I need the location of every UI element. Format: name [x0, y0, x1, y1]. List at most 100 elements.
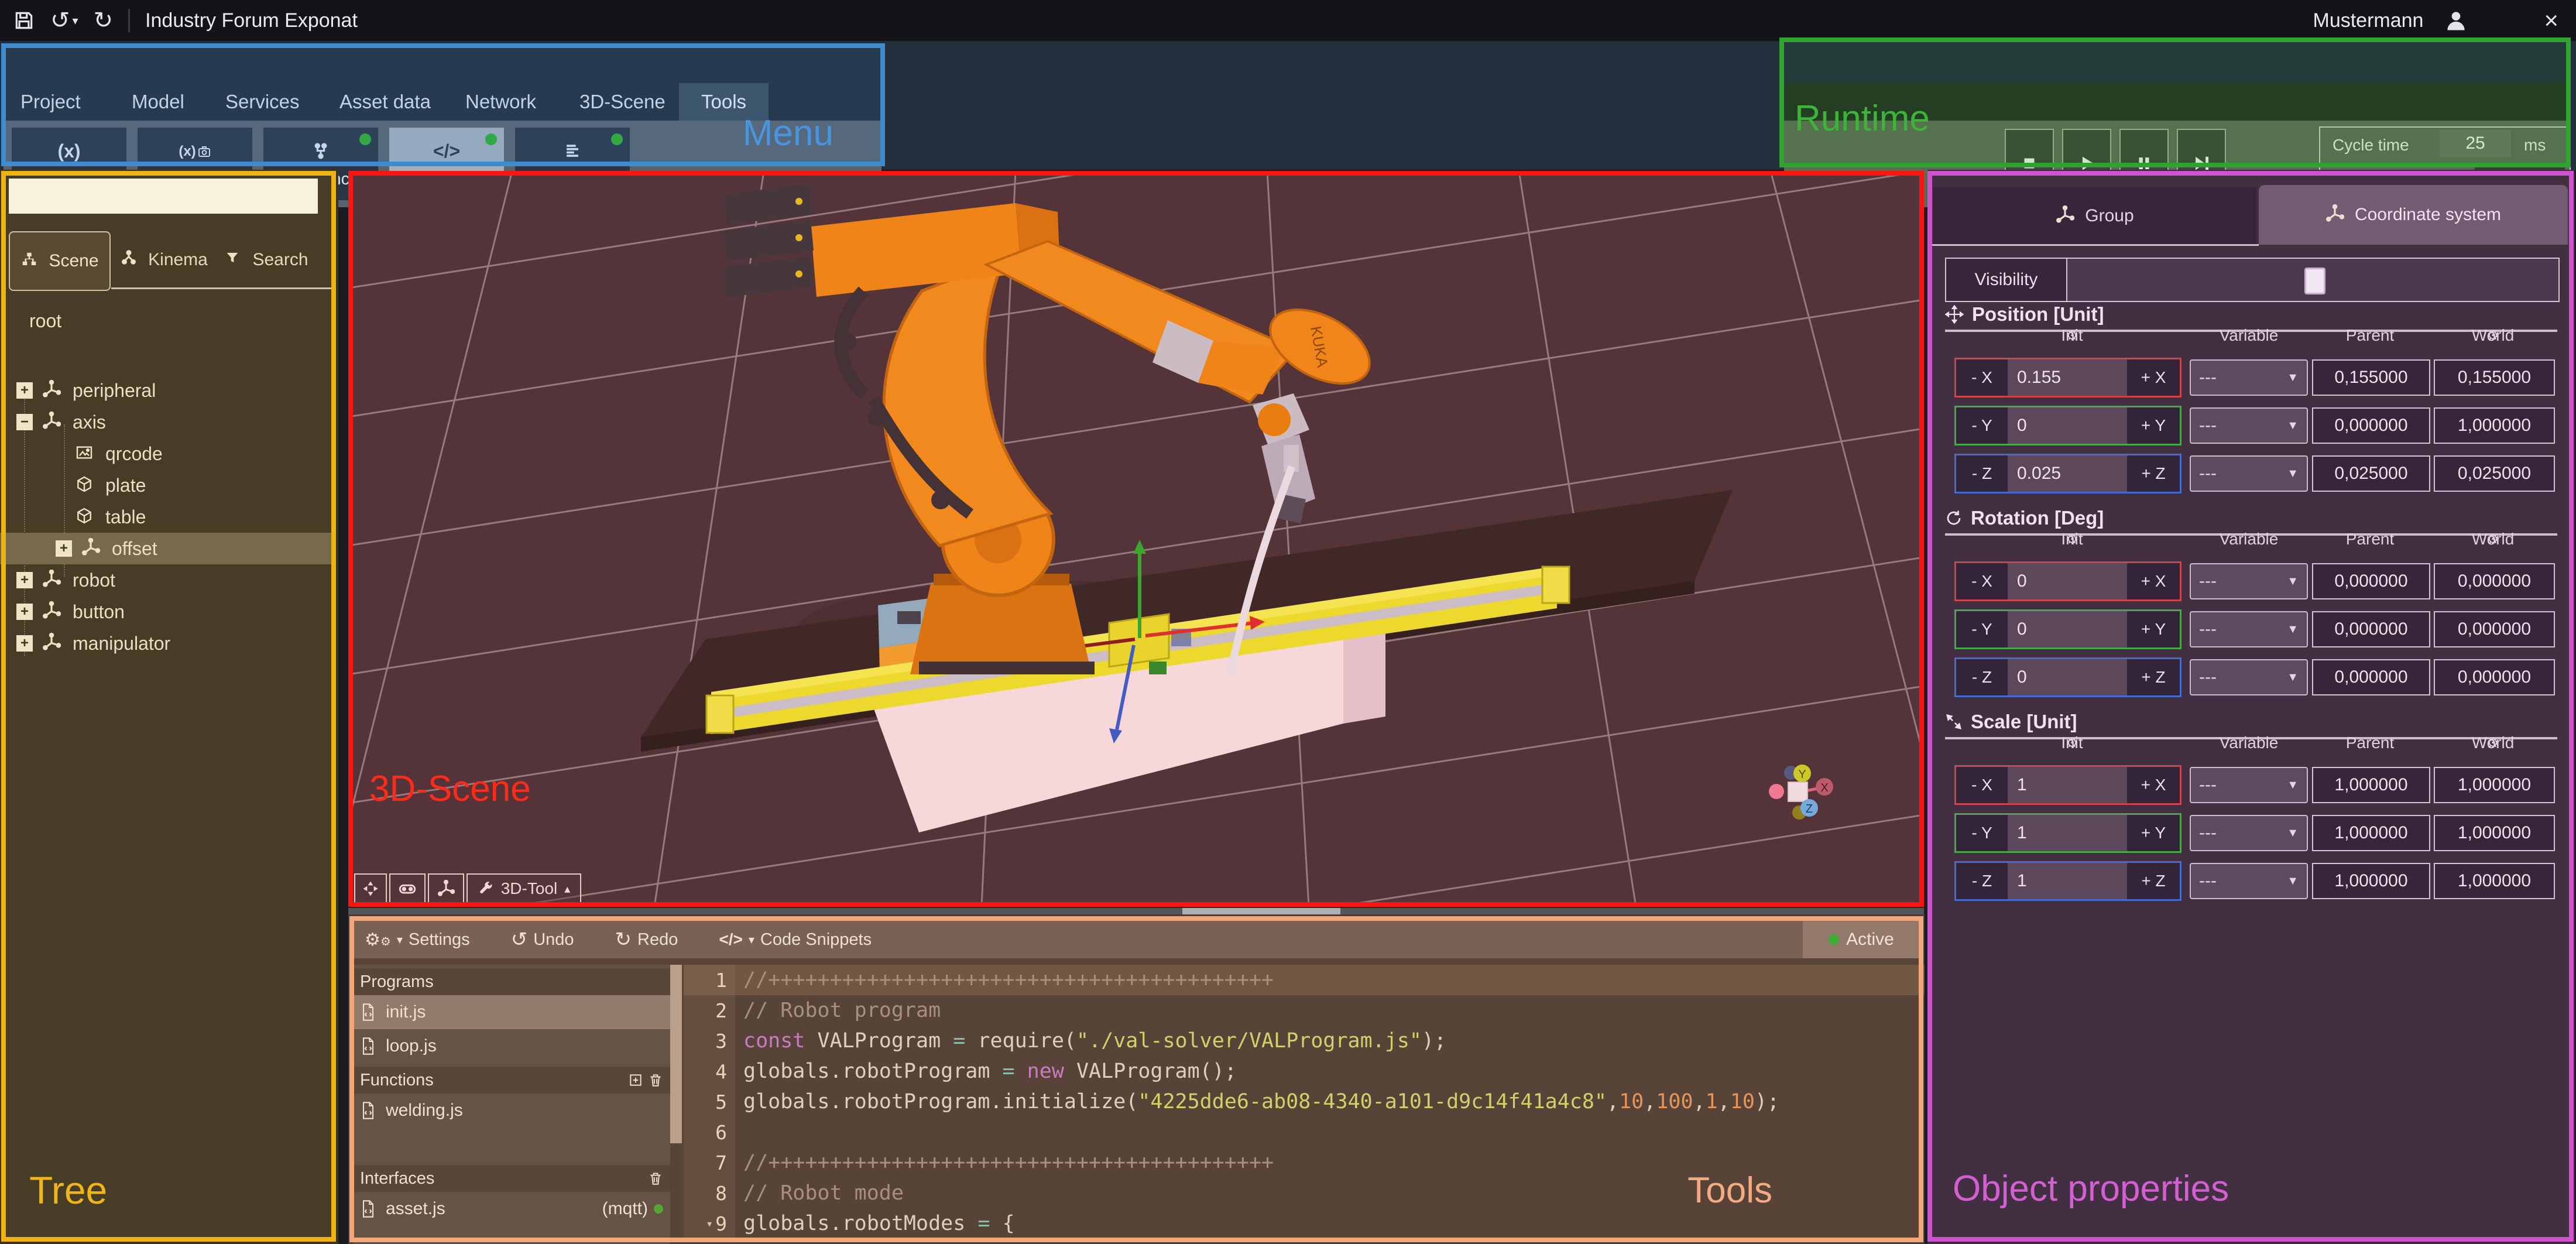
increment-x-button[interactable]: + X	[2127, 359, 2180, 396]
gear-icon[interactable]: ⚙	[2066, 531, 2078, 548]
tree-item-robot[interactable]: +robot	[0, 564, 335, 596]
gear-icon[interactable]: ⚙	[2486, 531, 2499, 548]
tree-item-qrcode[interactable]: qrcode	[0, 438, 335, 470]
gear-icon[interactable]: ⚙	[2486, 327, 2499, 344]
expander-plus-icon[interactable]: +	[16, 572, 33, 588]
tab-3d-scene[interactable]: 3D-Scene	[579, 83, 666, 121]
gamepad-button[interactable]	[389, 873, 426, 904]
tree-item-button[interactable]: +button	[0, 596, 335, 628]
tab-project[interactable]: Project	[20, 83, 81, 121]
code-line-8[interactable]: 8// Robot mode	[684, 1178, 1925, 1208]
init-y-input[interactable]: 1	[2008, 815, 2127, 851]
fold-icon[interactable]: ▾	[706, 1216, 713, 1231]
variable-select-z[interactable]: ---▼	[2190, 659, 2308, 695]
cycle-time-input[interactable]: 25	[2440, 130, 2511, 157]
code-line-3[interactable]: 3const VALProgram = require("./val-solve…	[684, 1026, 1925, 1056]
init-y-input[interactable]: 0	[2008, 407, 2127, 444]
init-x-input[interactable]: 0.155	[2008, 359, 2127, 396]
decrement-x-button[interactable]: - X	[1956, 767, 2008, 803]
tab-scene[interactable]: Scene	[9, 231, 111, 291]
expander-plus-icon[interactable]: +	[16, 604, 33, 620]
axes-button[interactable]	[428, 873, 464, 904]
init-z-input[interactable]: 1	[2008, 863, 2127, 899]
3d-viewport[interactable]: KUKA Y X Z	[348, 171, 1924, 907]
3d-tool-button[interactable]: 3D-Tool ▴	[467, 873, 581, 904]
tab-search[interactable]: Search	[217, 231, 316, 289]
close-icon[interactable]: ×	[2544, 6, 2558, 35]
init-z-input[interactable]: 0	[2008, 659, 2127, 695]
code-snippets-menu[interactable]: </> ▾ Code Snippets	[719, 930, 872, 950]
code-line-9[interactable]: ▾9globals.robotModes = {	[684, 1208, 1925, 1239]
expander-minus-icon[interactable]: −	[16, 414, 33, 430]
fullscreen-button[interactable]	[354, 873, 387, 904]
scene-hscrollbar-thumb[interactable]	[1182, 908, 1340, 914]
gear-icon[interactable]: ⚙	[2066, 327, 2078, 344]
init-y-input[interactable]: 0	[2008, 611, 2127, 647]
tab-coordinate-system[interactable]: Coordinate system	[2259, 185, 2568, 245]
init-x-input[interactable]: 0	[2008, 563, 2127, 599]
decrement-z-button[interactable]: - Z	[1956, 659, 2008, 695]
increment-y-button[interactable]: + Y	[2127, 815, 2180, 851]
trash-icon[interactable]	[648, 1072, 663, 1088]
variable-select-x[interactable]: ---▼	[2190, 359, 2308, 396]
tab-tools[interactable]: Tools	[679, 83, 769, 121]
program-file-welding.js[interactable]: welding.js	[353, 1094, 670, 1128]
decrement-y-button[interactable]: - Y	[1956, 611, 2008, 647]
increment-x-button[interactable]: + X	[2127, 563, 2180, 599]
increment-x-button[interactable]: + X	[2127, 767, 2180, 803]
code-line-4[interactable]: 4globals.robotProgram = new VALProgram()…	[684, 1056, 1925, 1087]
increment-y-button[interactable]: + Y	[2127, 611, 2180, 647]
tree-item-table[interactable]: table	[0, 501, 335, 533]
variable-select-y[interactable]: ---▼	[2190, 611, 2308, 647]
expander-plus-icon[interactable]: +	[56, 540, 72, 557]
increment-z-button[interactable]: + Z	[2127, 659, 2180, 695]
tab-group[interactable]: Group	[1933, 187, 2256, 245]
variable-select-z[interactable]: ---▼	[2190, 863, 2308, 899]
redo-button[interactable]: ↻ Redo	[615, 928, 678, 951]
redo-icon[interactable]: ↻	[94, 7, 114, 34]
increment-z-button[interactable]: + Z	[2127, 863, 2180, 899]
variable-select-z[interactable]: ---▼	[2190, 455, 2308, 492]
tab-kinematics[interactable]: Kinema	[117, 231, 211, 289]
code-editor[interactable]: 1//+++++++++++++++++++++++++++++++++++++…	[684, 965, 1925, 1244]
init-z-input[interactable]: 0.025	[2008, 455, 2127, 492]
tab-network[interactable]: Network	[465, 83, 536, 121]
decrement-x-button[interactable]: - X	[1956, 563, 2008, 599]
tree-item-peripheral[interactable]: +peripheral	[0, 375, 335, 406]
expander-plus-icon[interactable]: +	[16, 635, 33, 652]
scene-hscrollbar[interactable]	[348, 908, 1924, 914]
expander-plus-icon[interactable]: +	[16, 382, 33, 399]
program-file-init.js[interactable]: init.js	[353, 995, 670, 1029]
variable-select-y[interactable]: ---▼	[2190, 407, 2308, 444]
variable-select-y[interactable]: ---▼	[2190, 815, 2308, 851]
tree-item-offset[interactable]: +offset	[0, 533, 335, 564]
gear-icon[interactable]: ⚙	[2486, 735, 2499, 752]
code-line-1[interactable]: 1//+++++++++++++++++++++++++++++++++++++…	[684, 965, 1925, 995]
decrement-y-button[interactable]: - Y	[1956, 407, 2008, 444]
tree-item-manipulator[interactable]: +manipulator	[0, 628, 335, 659]
tab-asset-data[interactable]: Asset data	[339, 83, 431, 121]
gear-icon[interactable]: ⚙	[2066, 735, 2078, 752]
init-x-input[interactable]: 1	[2008, 767, 2127, 803]
tab-services[interactable]: Services	[225, 83, 300, 121]
code-line-5[interactable]: 5globals.robotProgram.initialize("4225dd…	[684, 1087, 1925, 1117]
tree-root-item[interactable]: root	[29, 310, 61, 332]
variable-select-x[interactable]: ---▼	[2190, 767, 2308, 803]
decrement-y-button[interactable]: - Y	[1956, 815, 2008, 851]
decrement-x-button[interactable]: - X	[1956, 359, 2008, 396]
program-file-loop.js[interactable]: loop.js	[353, 1029, 670, 1063]
code-line-2[interactable]: 2// Robot program	[684, 995, 1925, 1026]
program-scrollbar-thumb[interactable]	[670, 965, 682, 1143]
decrement-z-button[interactable]: - Z	[1956, 863, 2008, 899]
code-line-6[interactable]: 6	[684, 1117, 1925, 1147]
undo-dropdown-caret-icon[interactable]: ▾	[73, 13, 78, 28]
tree-item-plate[interactable]: plate	[0, 470, 335, 501]
undo-icon[interactable]: ↺	[50, 7, 70, 34]
tab-model[interactable]: Model	[132, 83, 184, 121]
program-file-asset.js[interactable]: asset.js(mqtt)	[353, 1192, 670, 1226]
tree-item-axis[interactable]: −axis	[0, 406, 335, 438]
save-icon[interactable]	[13, 9, 35, 32]
user-icon[interactable]	[2443, 8, 2469, 33]
trash-icon[interactable]	[648, 1171, 663, 1186]
undo-button[interactable]: ↺ Undo	[511, 928, 574, 951]
